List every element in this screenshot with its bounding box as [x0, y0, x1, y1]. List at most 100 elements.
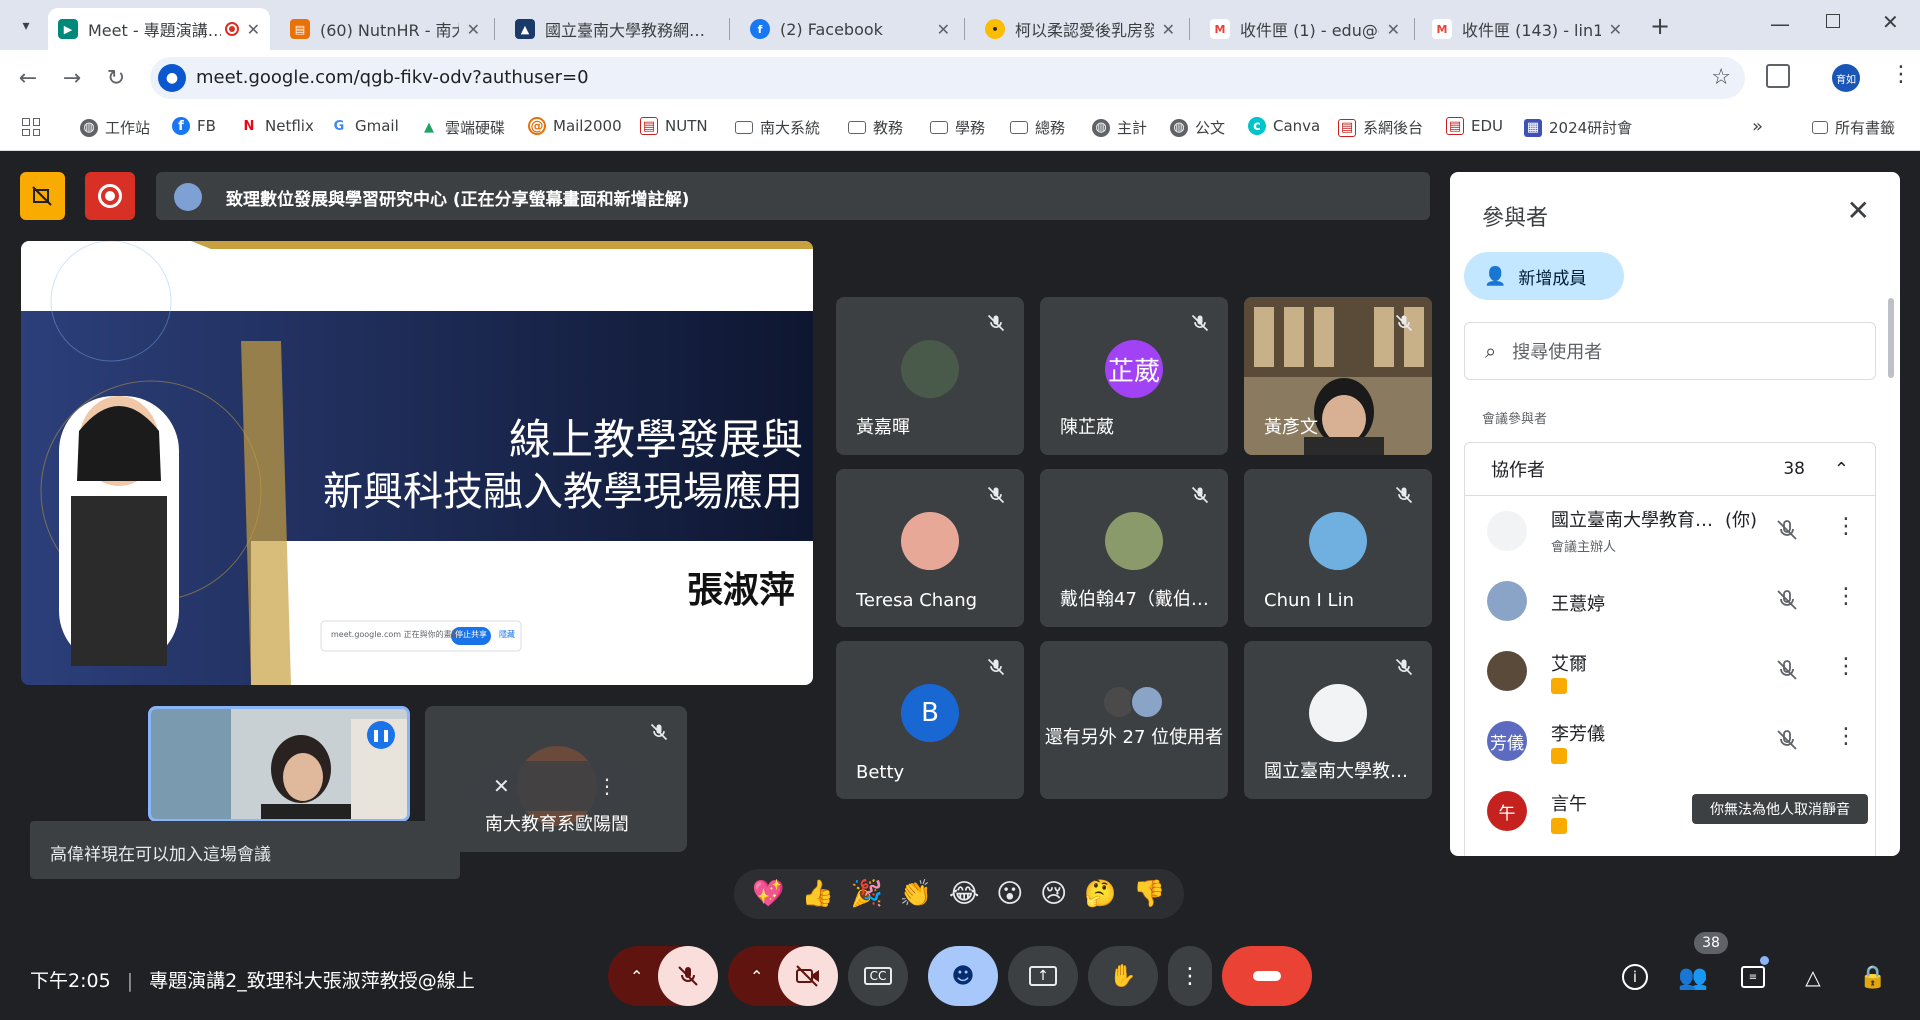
collaborators-group[interactable]: 協作者 38 ⌃	[1464, 442, 1876, 496]
participant-tile[interactable]: Chun I Lin	[1244, 469, 1432, 627]
participant-tile[interactable]: 戴伯翰47（戴伯…	[1040, 469, 1228, 627]
mic-off-icon[interactable]	[1775, 728, 1799, 752]
activities-button[interactable]: △	[1796, 960, 1830, 994]
tab-news[interactable]: • 柯以柔認愛後乳房發… ✕	[975, 8, 1185, 50]
tab-facebook[interactable]: f (2) Facebook ✕	[740, 8, 960, 50]
bookmark-star-icon[interactable]: ☆	[1711, 65, 1731, 90]
more-bookmarks-icon[interactable]: »	[1752, 116, 1763, 137]
bookmark-item[interactable]: 總務	[1010, 117, 1065, 138]
menu-kebab-icon[interactable]: ⋮	[1890, 62, 1912, 87]
reaction-emoji[interactable]: 👏	[900, 879, 932, 909]
bookmark-item[interactable]: N Netflix	[240, 117, 314, 135]
chat-button[interactable]: ≡	[1736, 960, 1770, 994]
self-video-tile[interactable]: ✕ ⋮ 南大教育系歐陽誾	[425, 706, 687, 852]
participant-tile[interactable]: 黃嘉暉	[836, 297, 1024, 455]
participant-tile[interactable]: 芷葳 陳芷葳	[1040, 297, 1228, 455]
bookmark-item[interactable]: 教務	[848, 117, 903, 138]
bookmark-item[interactable]: f FB	[172, 117, 216, 135]
bookmark-item[interactable]: ◍ 主計	[1092, 117, 1147, 138]
more-options-icon[interactable]: ⋮	[1835, 654, 1857, 679]
reaction-emoji[interactable]: 💖	[752, 879, 784, 909]
more-options-button[interactable]: ⋮	[1168, 946, 1212, 1006]
reaction-emoji[interactable]: 😂	[949, 879, 979, 909]
close-tab-icon[interactable]: ✕	[1387, 20, 1400, 39]
tab-search-button[interactable]: ▾	[12, 12, 40, 40]
bookmark-item[interactable]: ▤ NUTN	[640, 117, 708, 135]
all-bookmarks[interactable]: 所有書籤	[1812, 117, 1895, 138]
bookmark-item[interactable]: 南大系統	[735, 117, 820, 138]
more-options-icon[interactable]: ⋮	[1835, 514, 1857, 539]
reaction-emoji[interactable]: 🤔	[1084, 879, 1116, 909]
address-bar[interactable]: ● meet.google.com/qgb-fikv-odv?authuser=…	[150, 57, 1745, 99]
reload-button[interactable]: ↻	[100, 62, 132, 94]
speaker-video-tile[interactable]: ❚❚	[148, 706, 410, 822]
participant-tile[interactable]: 黃彥文	[1244, 297, 1432, 455]
close-tab-icon[interactable]: ✕	[467, 20, 480, 39]
participant-row[interactable]: 芳儀 李芳儀 ⋮	[1465, 706, 1877, 776]
close-panel-icon[interactable]: ✕	[1847, 194, 1870, 227]
restore-button[interactable]	[1826, 14, 1840, 28]
close-tab-icon[interactable]: ✕	[247, 20, 260, 39]
tab-gmail-1[interactable]: M 收件匣 (1) - edu@g… ✕	[1200, 8, 1410, 50]
more-options-icon[interactable]: ⋮	[1835, 724, 1857, 749]
back-button[interactable]: ←	[12, 62, 44, 94]
bookmark-item[interactable]: c Canva	[1248, 117, 1320, 135]
tab-meet[interactable]: ▶ Meet - 專題演講… ✕	[48, 8, 270, 50]
new-tab-button[interactable]: +	[1650, 12, 1670, 40]
bookmark-item[interactable]: @ Mail2000	[528, 117, 622, 135]
reaction-emoji[interactable]: 👍	[802, 879, 834, 909]
meeting-details-button[interactable]: i	[1618, 960, 1652, 994]
close-tab-icon[interactable]: ✕	[1609, 20, 1622, 39]
more-options-icon[interactable]: ⋮	[597, 774, 617, 798]
search-people-input[interactable]: ⌕ 搜尋使用者	[1464, 322, 1876, 380]
forward-button[interactable]: →	[56, 62, 88, 94]
camera-toggle-button[interactable]	[778, 946, 838, 1006]
reaction-emoji[interactable]: 😮	[996, 879, 1023, 909]
panel-scrollbar[interactable]	[1888, 298, 1894, 378]
close-window-button[interactable]: ✕	[1882, 10, 1899, 34]
more-options-icon[interactable]: ⋮	[1835, 584, 1857, 609]
host-controls-button[interactable]: 🔒	[1856, 960, 1890, 994]
hide-share-button[interactable]: 隱藏	[499, 629, 515, 640]
raise-hand-button[interactable]: ✋	[1088, 946, 1158, 1006]
close-tab-icon[interactable]: ✕	[937, 20, 950, 39]
stop-share-button[interactable]: 停止共享	[455, 629, 487, 640]
reaction-emoji[interactable]: 😢	[1040, 879, 1067, 909]
mic-off-icon[interactable]	[1775, 518, 1799, 542]
reaction-emoji[interactable]: 🎉	[851, 879, 883, 909]
minimize-button[interactable]: —	[1770, 12, 1790, 36]
bookmark-item[interactable]: ◍ 工作站	[80, 117, 150, 138]
participant-row[interactable]: 國立臺南大學教育… (你) 會議主辦人 ⋮	[1465, 496, 1877, 566]
tab-gmail-2[interactable]: M 收件匣 (143) - lin15… ✕	[1422, 8, 1632, 50]
participant-row[interactable]: 王薏婷 ⋮	[1465, 566, 1877, 636]
mic-off-icon[interactable]: ✕	[493, 774, 510, 798]
mic-off-icon[interactable]	[1775, 588, 1799, 612]
participant-tile[interactable]: Teresa Chang	[836, 469, 1024, 627]
add-member-button[interactable]: 👤 新增成員	[1464, 252, 1624, 300]
bookmark-item[interactable]: ▲ 雲端硬碟	[420, 117, 505, 138]
tab-school[interactable]: ▲ 國立臺南大學教務網…	[505, 8, 725, 50]
tab-nutnhr[interactable]: ▤ (60) NutnHR - 南大… ✕	[280, 8, 490, 50]
mic-off-icon[interactable]	[1775, 658, 1799, 682]
bookmark-item[interactable]: 學務	[930, 117, 985, 138]
bookmark-item[interactable]: ▦ 2024研討會	[1524, 117, 1632, 138]
participant-tile[interactable]: 國立臺南大學教…	[1244, 641, 1432, 799]
people-button[interactable]: 👥	[1676, 960, 1710, 994]
apps-grid-icon[interactable]	[22, 118, 40, 136]
chevron-up-icon[interactable]: ⌃	[1834, 459, 1849, 480]
close-tab-icon[interactable]: ✕	[1162, 20, 1175, 39]
bookmark-item[interactable]: ▤ EDU	[1446, 117, 1503, 135]
tile-hover-controls[interactable]: ✕ ⋮	[475, 761, 635, 811]
bookmark-item[interactable]: ▤ 系網後台	[1338, 117, 1423, 138]
participant-tile[interactable]: B Betty	[836, 641, 1024, 799]
mic-permission-icon[interactable]: ●	[158, 64, 186, 92]
present-button[interactable]: ↑	[1008, 946, 1078, 1006]
mic-toggle-button[interactable]	[658, 946, 718, 1006]
extensions-icon[interactable]	[1766, 64, 1790, 88]
recording-button[interactable]	[85, 172, 135, 220]
bookmark-item[interactable]: G Gmail	[330, 117, 399, 135]
captions-off-button[interactable]	[20, 172, 65, 220]
reactions-button[interactable]: ☻	[928, 946, 998, 1006]
bookmark-item[interactable]: ◍ 公文	[1170, 117, 1225, 138]
leave-call-button[interactable]	[1222, 946, 1312, 1006]
